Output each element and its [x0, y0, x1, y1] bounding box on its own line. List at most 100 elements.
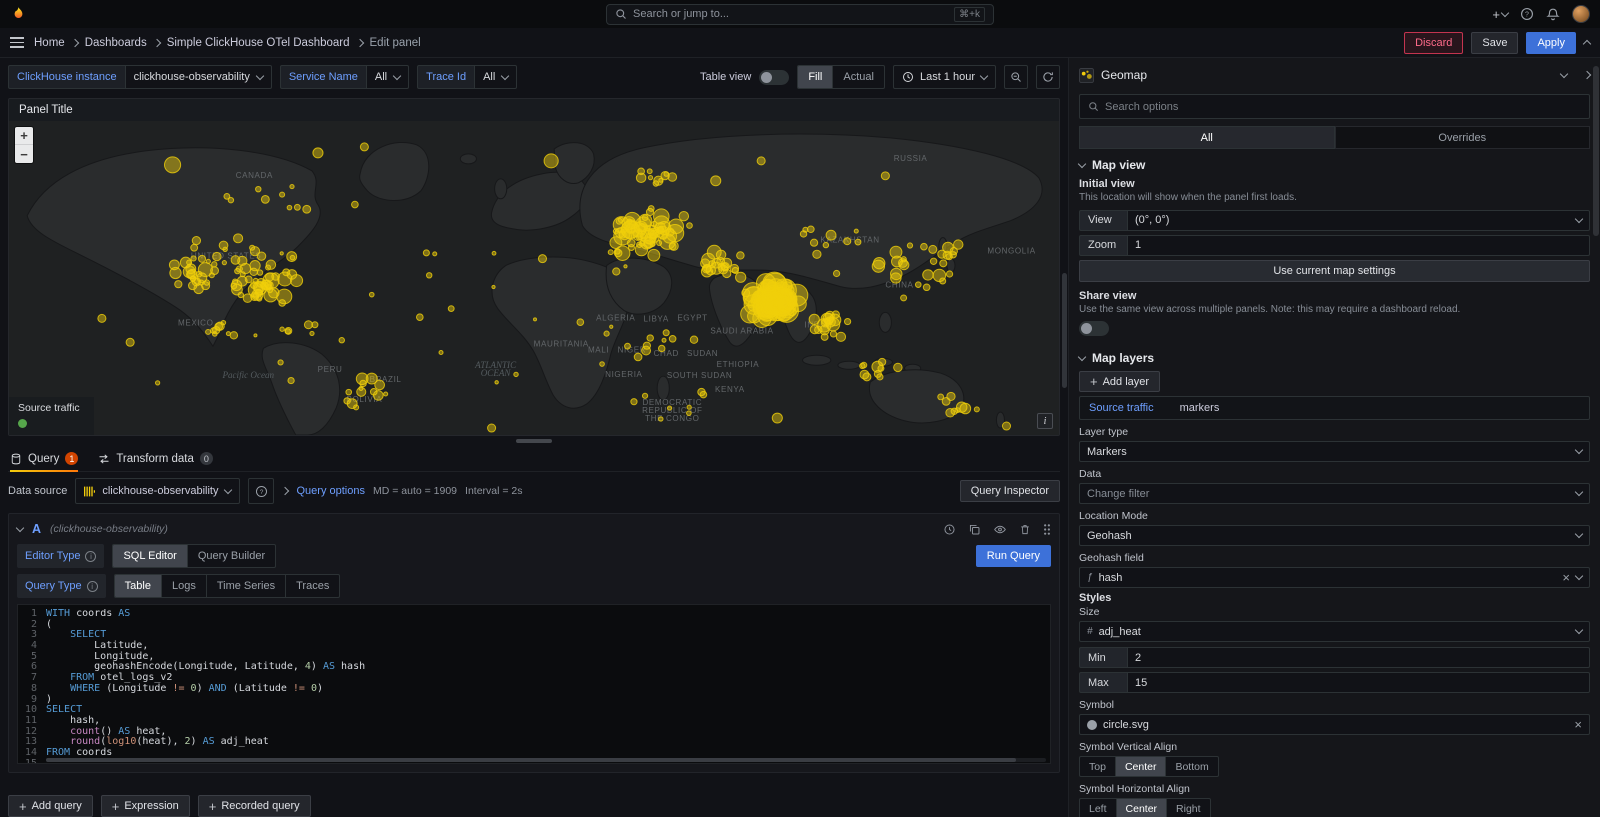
map-attribution-info-icon[interactable]: i — [1037, 413, 1053, 429]
run-query-button[interactable]: Run Query — [976, 545, 1051, 567]
halign-left[interactable]: Left — [1080, 799, 1116, 817]
geomap-canvas[interactable]: RUSSIACANADAUNITED STATESMEXICOBRAZILPER… — [9, 121, 1059, 435]
svg-text:ATLANTICOCEAN: ATLANTICOCEAN — [474, 360, 517, 378]
variable-value-dropdown[interactable]: clickhouse-observability — [125, 65, 272, 89]
share-view-toggle[interactable] — [1079, 321, 1109, 336]
discard-button[interactable]: Discard — [1404, 32, 1463, 54]
global-search-input[interactable]: Search or jump to... ⌘+k — [606, 4, 994, 25]
query-type-traces[interactable]: Traces — [285, 575, 339, 597]
left-column-scrollbar[interactable] — [1062, 273, 1067, 388]
query-options-link[interactable]: Query options — [296, 485, 364, 497]
query-builder-option[interactable]: Query Builder — [187, 545, 275, 567]
history-icon[interactable] — [943, 523, 956, 536]
notifications-bell-icon[interactable] — [1546, 7, 1560, 21]
variable-value-dropdown[interactable]: All — [366, 65, 409, 89]
add-recorded-query-button[interactable]: +Recorded query — [198, 795, 311, 817]
min-input[interactable]: 2 — [1127, 647, 1590, 668]
new-menu-button[interactable]: + — [1492, 8, 1508, 21]
query-ref-id[interactable]: A — [32, 522, 41, 536]
breadcrumb-home[interactable]: Home — [34, 37, 65, 49]
halign-right[interactable]: Right — [1166, 799, 1210, 817]
help-icon[interactable]: ? — [1520, 7, 1534, 21]
add-query-button[interactable]: +Add query — [8, 795, 93, 817]
use-current-map-settings-button[interactable]: Use current map settings — [1079, 260, 1590, 282]
valign-bottom[interactable]: Bottom — [1165, 757, 1217, 776]
fill-option[interactable]: Fill — [798, 66, 832, 88]
tab-all-options[interactable]: All — [1079, 126, 1335, 149]
query-inspector-button[interactable]: Query Inspector — [960, 480, 1060, 502]
valign-top[interactable]: Top — [1080, 757, 1115, 776]
breadcrumb-bar: Home Dashboards Simple ClickHouse OTel D… — [0, 28, 1600, 58]
options-search-input[interactable]: Search options — [1079, 94, 1590, 119]
view-select[interactable]: (0°, 0°) — [1127, 210, 1590, 231]
clear-value-icon[interactable]: × — [1562, 571, 1570, 584]
sql-code[interactable]: WITH coords AS( SELECT Latitude, Longitu… — [46, 609, 1050, 757]
query-type-timeseries[interactable]: Time Series — [206, 575, 285, 597]
query-type-row: Query Type i Table Logs Time Series Trac… — [17, 574, 1051, 598]
collapse-options-pane-icon[interactable] — [1583, 71, 1591, 79]
apply-button[interactable]: Apply — [1526, 32, 1576, 54]
sql-editor-option[interactable]: SQL Editor — [113, 545, 186, 567]
duplicate-query-icon[interactable] — [968, 523, 981, 536]
resize-drag-handle[interactable] — [516, 439, 552, 443]
symbol-select[interactable]: circle.svg × — [1079, 714, 1590, 735]
min-field: Min 2 — [1079, 647, 1590, 668]
add-layer-button[interactable]: +Add layer — [1079, 371, 1160, 392]
user-avatar[interactable] — [1572, 5, 1590, 23]
variable-value-dropdown[interactable]: All — [474, 65, 517, 89]
tab-transform-data[interactable]: Transform data 0 — [98, 446, 213, 471]
query-type-logs[interactable]: Logs — [161, 575, 206, 597]
map-zoom-out-button[interactable]: − — [15, 145, 33, 163]
breadcrumb-dashboard-name[interactable]: Simple ClickHouse OTel Dashboard — [167, 37, 350, 49]
tab-query[interactable]: Query 1 — [10, 446, 78, 471]
query-type-table[interactable]: Table — [115, 575, 161, 597]
sql-code-editor[interactable]: 123456789101112131415 WITH coords AS( SE… — [17, 604, 1051, 764]
table-view-toggle[interactable] — [759, 70, 789, 85]
size-field-select[interactable]: # adj_heat — [1079, 621, 1590, 642]
datasource-label: Data source — [8, 485, 67, 497]
save-button[interactable]: Save — [1471, 32, 1518, 54]
query-type-group: Table Logs Time Series Traces — [114, 574, 341, 598]
options-scrollbar[interactable] — [1593, 66, 1599, 236]
panel-title[interactable]: Panel Title — [9, 99, 1059, 121]
variable-service-name: Service Name All — [280, 65, 409, 89]
map-zoom-in-button[interactable]: + — [15, 127, 33, 145]
tab-overrides[interactable]: Overrides — [1335, 126, 1591, 149]
query-options-expand-icon[interactable] — [281, 487, 289, 495]
layer-list-item[interactable]: Source traffic markers — [1079, 396, 1590, 420]
hide-response-eye-icon[interactable] — [993, 523, 1007, 536]
code-horizontal-scrollbar[interactable] — [46, 758, 1046, 762]
clear-value-icon[interactable]: × — [1574, 718, 1582, 731]
section-map-view[interactable]: Map view — [1079, 158, 1590, 172]
layer-name[interactable]: Source traffic — [1089, 402, 1154, 414]
datasource-picker[interactable]: clickhouse-observability — [75, 478, 240, 504]
collapse-header-icon[interactable] — [1583, 40, 1591, 48]
halign-center[interactable]: Center — [1116, 799, 1167, 817]
refresh-button[interactable] — [1036, 65, 1060, 89]
variable-clickhouse-instance: ClickHouse instance clickhouse-observabi… — [8, 65, 272, 89]
zoom-out-time-button[interactable] — [1004, 65, 1028, 89]
breadcrumb-dashboards[interactable]: Dashboards — [85, 37, 147, 49]
menu-toggle-icon[interactable] — [10, 37, 24, 48]
datasource-help-button[interactable]: ? — [248, 478, 274, 504]
add-expression-button[interactable]: +Expression — [101, 795, 190, 817]
grafana-logo[interactable] — [10, 6, 27, 23]
chevron-down-icon[interactable] — [1560, 69, 1568, 77]
actual-option[interactable]: Actual — [832, 66, 884, 88]
section-collapse-icon — [1078, 352, 1086, 360]
geohash-field-select[interactable]: ƒ hash × — [1079, 567, 1590, 588]
drag-handle-grip-icon[interactable] — [1043, 523, 1051, 536]
location-mode-select[interactable]: Geohash — [1079, 525, 1590, 546]
valign-center[interactable]: Center — [1115, 757, 1166, 776]
collapse-query-icon[interactable] — [16, 523, 24, 531]
layer-type-select[interactable]: Markers — [1079, 441, 1590, 462]
delete-query-trash-icon[interactable] — [1019, 523, 1031, 536]
data-select[interactable]: Change filter — [1079, 483, 1590, 504]
layer-type-label: Layer type — [1079, 426, 1590, 438]
zoom-input[interactable]: 1 — [1127, 235, 1590, 256]
visualization-picker[interactable]: Geomap — [1079, 62, 1590, 88]
editor-type-label: Editor Type i — [17, 544, 104, 568]
time-range-picker[interactable]: Last 1 hour — [893, 65, 996, 89]
max-input[interactable]: 15 — [1127, 672, 1590, 693]
section-map-layers[interactable]: Map layers — [1079, 351, 1590, 365]
